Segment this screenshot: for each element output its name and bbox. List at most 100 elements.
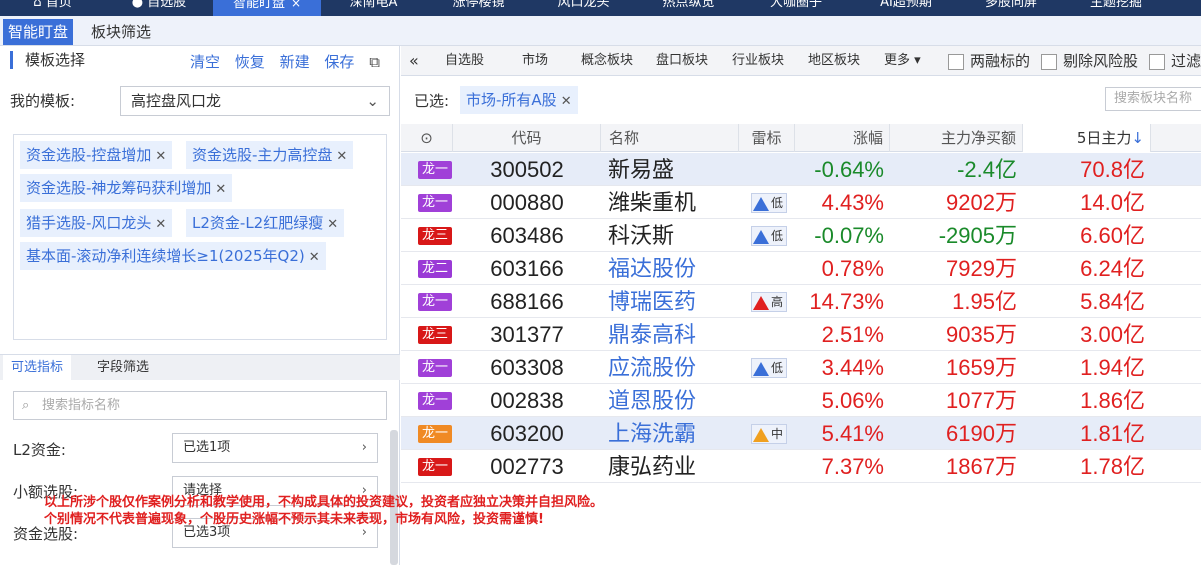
stock-code: 002773	[490, 454, 564, 479]
remove-icon[interactable]: ✕	[155, 217, 166, 232]
tab-watchlist[interactable]: 自选股	[445, 52, 484, 70]
table-row[interactable]: 龙一 300502 新易盛 -0.64% -2.4亿 70.8亿	[401, 153, 1201, 186]
tab-ai[interactable]: AI超预期	[851, 0, 961, 16]
stock-name[interactable]: 上海洗霸	[608, 417, 696, 450]
change-pct: 0.78%	[821, 256, 884, 281]
collapse-icon[interactable]: «	[409, 52, 419, 70]
tab-circle[interactable]: 大咖圈子	[741, 0, 851, 16]
new-button[interactable]: 新建	[280, 53, 310, 71]
risk-badge[interactable]: 低	[751, 226, 788, 246]
checkbox-margin[interactable]: 两融标的	[948, 52, 1030, 70]
table-row[interactable]: 龙一 603200 上海洗霸 中 5.41% 6190万 1.81亿	[401, 417, 1201, 450]
table-row[interactable]: 龙一 002773 康弘药业 7.37% 1867万 1.78亿	[401, 450, 1201, 483]
tab-label: 更多	[884, 53, 911, 68]
risk-badge[interactable]: 低	[751, 193, 788, 213]
condition-tag[interactable]: 基本面-滚动净利连续增长≥1(2025年Q2) ✕	[20, 242, 326, 270]
condition-tags: 资金选股-控盘增加 ✕ 资金选股-主力高控盘 ✕ 资金选股-神龙筹码获利增加 ✕ 猎手…	[13, 134, 387, 340]
table-header: ⊙ 代码 名称 雷标 涨幅 主力净买额 5日主力↓	[401, 124, 1201, 152]
tab-theme[interactable]: 主题挖掘	[1061, 0, 1171, 16]
stock-name[interactable]: 康弘药业	[608, 450, 696, 483]
tab-leader[interactable]: 风口龙头	[531, 0, 636, 16]
dragon-badge: 龙二	[418, 260, 452, 278]
col-5day[interactable]: 5日主力↓	[1023, 124, 1151, 152]
stock-name[interactable]: 新易盛	[608, 153, 674, 186]
remove-icon[interactable]: ✕	[309, 250, 320, 265]
indicator-search-input[interactable]: ⌕ 搜索指标名称	[13, 391, 387, 420]
stock-name[interactable]: 福达股份	[608, 252, 696, 285]
tab-concept[interactable]: 概念板块	[581, 52, 633, 70]
stock-code: 002838	[490, 388, 564, 413]
tab-field-filter[interactable]: 字段筛选	[89, 355, 157, 381]
close-icon[interactable]: ×	[291, 0, 301, 10]
table-row[interactable]: 龙一 688166 博瑞医药 高 14.73% 1.95亿 5.84亿	[401, 285, 1201, 318]
risk-badge[interactable]: 低	[751, 358, 788, 378]
remove-icon[interactable]: ✕	[336, 149, 347, 164]
template-value: 高控盘风口龙	[131, 92, 222, 110]
col-change[interactable]: 涨幅	[795, 124, 890, 152]
risk-badge[interactable]: 高	[751, 292, 788, 312]
remove-icon[interactable]: ✕	[215, 182, 226, 197]
subtab-block-filter[interactable]: 板块筛选	[86, 19, 156, 45]
net-buy: 1867万	[946, 454, 1017, 479]
tab-watchlist[interactable]: ● 自选股	[105, 0, 213, 16]
col-name[interactable]: 名称	[601, 124, 739, 152]
clear-button[interactable]: 清空	[190, 53, 220, 71]
risk-level: 高	[771, 295, 784, 309]
template-select[interactable]: 高控盘风口龙 ⌄	[120, 86, 390, 116]
tab-industry[interactable]: 行业板块	[732, 52, 784, 70]
change-pct: 4.43%	[821, 190, 884, 215]
risk-badge[interactable]: 中	[751, 424, 788, 444]
selected-tag[interactable]: 市场-所有A股 ✕	[460, 86, 578, 114]
restore-button[interactable]: 恢复	[235, 53, 265, 71]
filter-select[interactable]: 已选1项 ›	[172, 433, 378, 463]
condition-tag[interactable]: 资金选股-控盘增加 ✕	[20, 141, 173, 169]
five-day-main: 1.78亿	[1080, 454, 1145, 479]
remove-icon[interactable]: ✕	[155, 149, 166, 164]
remove-icon[interactable]: ✕	[327, 217, 338, 232]
stock-name[interactable]: 应流股份	[608, 351, 696, 384]
condition-tag[interactable]: 资金选股-神龙筹码获利增加 ✕	[20, 174, 233, 202]
tab-smart-monitor[interactable]: 智能盯盘 ×	[213, 0, 321, 16]
subtab-smart-monitor[interactable]: 智能盯盘	[3, 19, 74, 45]
disclaimer: 以上所涉个股仅作案例分析和教学使用，不构成具体的投资建议，投资者应独立决策并自担…	[44, 494, 603, 528]
tab-limit-up[interactable]: 涨停楼镜	[426, 0, 531, 16]
tab-region[interactable]: 地区板块	[808, 52, 860, 70]
stock-name[interactable]: 潍柴重机	[608, 186, 696, 219]
table-row[interactable]: 龙二 603166 福达股份 0.78% 7929万 6.24亿	[401, 252, 1201, 285]
remove-icon[interactable]: ✕	[561, 94, 572, 109]
stock-name[interactable]: 道恩股份	[608, 384, 696, 417]
condition-tag[interactable]: 资金选股-主力高控盘 ✕	[186, 141, 354, 169]
tab-hotspot[interactable]: 热点纵览	[636, 0, 741, 16]
settings-icon[interactable]: ⊙	[401, 124, 453, 152]
tab-handicap[interactable]: 盘口板块	[656, 52, 708, 70]
tab-more[interactable]: 更多 ▾	[884, 52, 921, 70]
table-row[interactable]: 龙一 000880 潍柴重机 低 4.43% 9202万 14.0亿	[401, 186, 1201, 219]
checkbox-label: 两融标的	[970, 52, 1031, 70]
condition-tag[interactable]: L2资金-L2红肥绿瘦 ✕	[186, 209, 345, 237]
col-lei[interactable]: 雷标	[739, 124, 795, 152]
stock-name[interactable]: 博瑞医药	[608, 285, 696, 318]
stock-name[interactable]: 鼎泰高科	[608, 318, 696, 351]
block-search-input[interactable]: 搜索板块名称	[1105, 87, 1201, 111]
tab-indicators[interactable]: 可选指标	[3, 355, 72, 381]
copy-icon[interactable]: ⧉	[369, 53, 380, 71]
condition-tag[interactable]: 猎手选股-风口龙头 ✕	[20, 209, 173, 237]
table-row[interactable]: 龙三 301377 鼎泰高科 2.51% 9035万 3.00亿	[401, 318, 1201, 351]
five-day-main: 1.86亿	[1080, 388, 1145, 413]
save-button[interactable]: 保存	[324, 53, 354, 71]
checkbox-filter[interactable]: 过滤	[1149, 52, 1201, 70]
dragon-badge: 龙三	[418, 227, 452, 245]
tab-market[interactable]: 市场	[522, 52, 548, 70]
col-code[interactable]: 代码	[453, 124, 601, 152]
tab-multi[interactable]: 多股同屏	[961, 0, 1061, 16]
five-day-main: 6.60亿	[1080, 223, 1145, 248]
stock-name[interactable]: 科沃斯	[608, 219, 674, 252]
sort-down-icon: ↓	[1131, 129, 1144, 147]
table-row[interactable]: 龙三 603486 科沃斯 低 -0.07% -2905万 6.60亿	[401, 219, 1201, 252]
col-net-buy[interactable]: 主力净买额	[890, 124, 1023, 152]
tab-home[interactable]: ⌂ 首页	[0, 0, 105, 16]
table-row[interactable]: 龙一 002838 道恩股份 5.06% 1077万 1.86亿	[401, 384, 1201, 417]
tab-stock[interactable]: 深南电A	[321, 0, 426, 16]
table-row[interactable]: 龙一 603308 应流股份 低 3.44% 1659万 1.94亿	[401, 351, 1201, 384]
checkbox-risk[interactable]: 剔除风险股	[1041, 52, 1138, 70]
